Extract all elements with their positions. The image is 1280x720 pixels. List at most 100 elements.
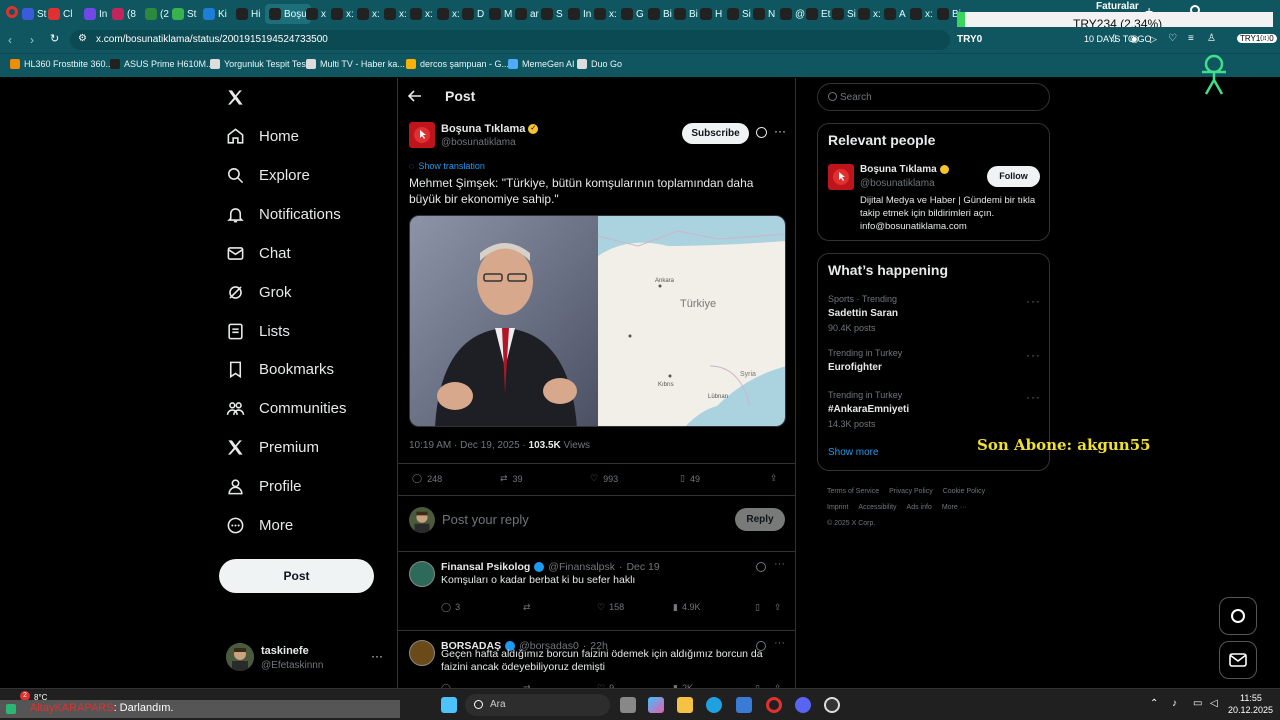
show-translation-link[interactable]: ◌ Show translation xyxy=(409,161,485,171)
browser-tab[interactable]: Si xyxy=(727,4,751,24)
network-icon[interactable]: ▭ xyxy=(1193,698,1202,709)
discord-icon[interactable] xyxy=(795,697,811,713)
browser-tab[interactable]: Bi xyxy=(648,4,672,24)
bookmark-item[interactable]: MemeGen AI xyxy=(508,59,575,69)
repost-action[interactable]: ⇄ 39 xyxy=(500,473,523,484)
browser-tab[interactable]: x: xyxy=(437,4,460,24)
browser-tab[interactable]: x: xyxy=(357,4,380,24)
opera-logo-icon[interactable] xyxy=(6,6,18,18)
browser-tab[interactable]: x xyxy=(306,4,326,24)
like-action[interactable]: ♡ 993 xyxy=(590,473,618,484)
bookmark-icon[interactable]: ▯ xyxy=(755,602,760,613)
account-more-icon[interactable]: ··· xyxy=(371,649,383,663)
volume-icon[interactable]: ◁ xyxy=(1210,698,1218,709)
browser-tab[interactable]: x: xyxy=(858,4,881,24)
reply-reply-action[interactable]: ◯ 3 xyxy=(441,602,460,613)
nav-item-profile[interactable]: Profile xyxy=(226,477,302,496)
clock-time[interactable]: 11:55 xyxy=(1240,693,1262,703)
footer-link[interactable]: Ads info xyxy=(907,504,932,511)
trend-more-icon[interactable]: ··· xyxy=(1026,348,1041,362)
bookmark-item[interactable]: dercos şampuan - G... xyxy=(406,59,509,69)
nav-item-chat[interactable]: Chat xyxy=(226,244,291,263)
relevant-name[interactable]: Boşuna Tıklama xyxy=(860,164,949,175)
bookmark-item[interactable]: HL360 Frostbite 360... xyxy=(10,59,113,69)
reply-input[interactable]: Post your reply xyxy=(442,512,722,527)
edge-icon[interactable] xyxy=(706,697,722,713)
relevant-avatar[interactable] xyxy=(828,164,854,190)
browser-tab[interactable]: Hi xyxy=(236,4,260,24)
browser-tab[interactable]: x: xyxy=(331,4,354,24)
play-icon[interactable]: ▷ xyxy=(1150,34,1157,45)
trend-item[interactable]: Sports · Trending Sadettin Saran 90.4K pos… xyxy=(828,294,1041,333)
reply-author-name[interactable]: Finansal Psikolog xyxy=(441,561,530,573)
opera-icon[interactable] xyxy=(766,697,782,713)
windows-start-icon[interactable] xyxy=(441,697,457,713)
bookmark-item[interactable]: Multi TV - Haber ka... xyxy=(306,59,405,69)
reload-icon[interactable]: ↻ xyxy=(50,32,59,45)
nav-item-notifications[interactable]: Notifications xyxy=(226,205,341,224)
trend-item[interactable]: Trending in Turkey #AnkaraEmniyeti 14.3K p… xyxy=(828,390,1041,429)
browser-tab[interactable]: In xyxy=(568,4,591,24)
nav-item-home[interactable]: Home xyxy=(226,127,299,146)
reply-grok-icon[interactable] xyxy=(756,562,766,572)
reply-views-action[interactable]: ▮ 4.9K xyxy=(673,602,700,613)
bookmark-action[interactable]: ▯ 49 xyxy=(680,473,700,484)
footer-link[interactable]: More ··· xyxy=(942,504,967,511)
footer-link[interactable]: Cookie Policy xyxy=(943,488,985,495)
browser-tab[interactable]: (8 xyxy=(112,4,136,24)
mic-icon[interactable]: ♪ xyxy=(1172,698,1177,709)
author-name[interactable]: Boşuna Tıklama ✓ xyxy=(441,123,539,135)
nav-item-lists[interactable]: Lists xyxy=(226,322,290,341)
store-icon[interactable] xyxy=(736,697,752,713)
browser-tab[interactable]: A xyxy=(884,4,906,24)
download-icon[interactable]: ⇩ xyxy=(1110,34,1118,45)
post-button[interactable]: Post xyxy=(219,559,374,593)
reply-repost-action[interactable]: ⇄ xyxy=(523,602,535,613)
site-info-icon[interactable]: ⚙ xyxy=(78,33,87,44)
browser-tab[interactable]: St xyxy=(22,4,46,24)
browser-tab[interactable]: Si xyxy=(832,4,856,24)
settings-icon[interactable]: ⚙ xyxy=(1260,32,1270,45)
footer-link[interactable]: Privacy Policy xyxy=(889,488,933,495)
nav-item-explore[interactable]: Explore xyxy=(226,166,310,185)
share-icon[interactable]: ⇪ xyxy=(770,473,778,484)
browser-tab[interactable]: (2 xyxy=(145,4,169,24)
nav-item-grok[interactable]: Grok xyxy=(226,283,292,302)
file-explorer-icon[interactable] xyxy=(677,697,693,713)
task-view-icon[interactable] xyxy=(620,697,636,713)
reply-author-avatar[interactable] xyxy=(409,561,435,587)
trend-item[interactable]: Trending in Turkey Eurofighter ··· xyxy=(828,348,1041,373)
tray-chevron-icon[interactable]: ⌃ xyxy=(1150,698,1158,709)
bookmark-item[interactable]: Duo Go xyxy=(577,59,622,69)
taskbar-search[interactable]: Ara xyxy=(465,694,610,716)
browser-tab[interactable]: G xyxy=(621,4,644,24)
share-icon[interactable]: ⇪ xyxy=(774,602,782,613)
copilot-icon[interactable] xyxy=(648,697,664,713)
post-more-icon[interactable]: ··· xyxy=(774,124,786,138)
nav-item-premium[interactable]: Premium xyxy=(226,438,319,457)
camera-icon[interactable]: ◉ xyxy=(1130,34,1139,45)
reply-button[interactable]: Reply xyxy=(735,508,785,531)
browser-tab[interactable]: Boşu xyxy=(265,4,311,24)
browser-tab[interactable]: S xyxy=(541,4,563,24)
forward-icon[interactable]: › xyxy=(30,33,34,47)
reply-author-avatar[interactable] xyxy=(409,640,435,666)
browser-tab[interactable]: M xyxy=(489,4,512,24)
browser-tab[interactable]: Ki xyxy=(203,4,227,24)
back-arrow-icon[interactable] xyxy=(408,89,422,103)
nav-item-more[interactable]: More xyxy=(226,516,293,535)
footer-link[interactable]: Terms of Service xyxy=(827,488,879,495)
browser-tab[interactable]: x: xyxy=(910,4,933,24)
heart-icon[interactable]: ♡ xyxy=(1168,33,1177,44)
account-switcher[interactable]: taskinefe @Efetaskinnn ··· xyxy=(226,643,386,675)
search-box[interactable]: Search xyxy=(817,83,1050,111)
browser-tab[interactable]: Et xyxy=(806,4,830,24)
footer-link[interactable]: Imprint xyxy=(827,504,848,511)
trend-more-icon[interactable]: ··· xyxy=(1026,390,1041,404)
browser-tab[interactable]: ar xyxy=(515,4,539,24)
trend-more-icon[interactable]: ··· xyxy=(1026,294,1041,308)
bookmark-item[interactable]: ASUS Prime H610M... xyxy=(110,59,214,69)
browser-tab[interactable]: D xyxy=(462,4,484,24)
browser-tab[interactable]: In xyxy=(84,4,107,24)
clock-date[interactable]: 20.12.2025 xyxy=(1228,705,1273,715)
